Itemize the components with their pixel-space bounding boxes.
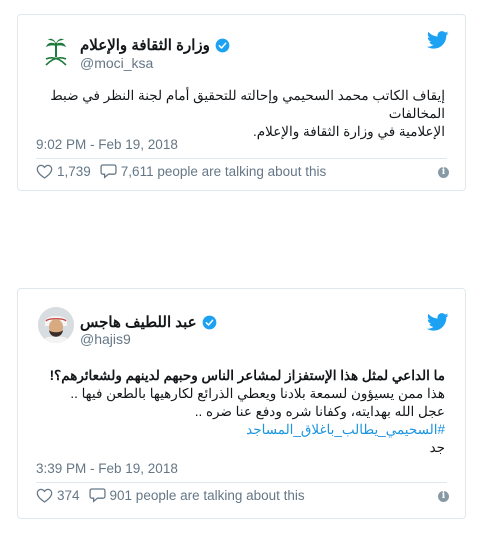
tweet-timestamp[interactable]: 3:39 PM - Feb 19, 2018 — [36, 461, 178, 476]
avatar[interactable] — [38, 307, 74, 343]
speech-bubble-icon — [100, 164, 117, 179]
reply-button[interactable]: 7,611 people are talking about this — [100, 163, 326, 179]
avatar[interactable] — [38, 35, 74, 71]
verified-badge-icon — [202, 315, 216, 329]
like-button[interactable]: 374 — [36, 488, 80, 503]
tweet-actions: 374 901 people are talking about this — [36, 487, 314, 503]
speech-bubble-icon — [88, 488, 106, 503]
tweet-card[interactable]: وزارة الثقافة والإعلام @moci_ksa إيقاف ا… — [17, 14, 466, 191]
talking-count: 7,611 people are talking about this — [120, 163, 327, 179]
divider — [36, 158, 447, 159]
info-icon[interactable]: i — [438, 167, 449, 178]
tweet-actions: 1,739 7,611 people are talking about thi… — [36, 163, 335, 179]
twitter-bird-icon[interactable] — [427, 31, 449, 49]
tweet-card[interactable]: عبد اللطيف هاجس @hajis9 ما الداعي لمثل ه… — [17, 288, 466, 519]
like-button[interactable]: 1,739 — [36, 164, 91, 179]
author-line: عبد اللطيف هاجس — [80, 313, 217, 331]
hashtag-link[interactable]: #السحيمي_يطالب_باغلاق_المساجد — [246, 422, 445, 437]
author-line: وزارة الثقافة والإعلام — [80, 36, 230, 54]
info-icon[interactable]: i — [438, 491, 449, 502]
author-name[interactable]: عبد اللطيف هاجس — [80, 313, 197, 331]
author-handle[interactable]: @hajis9 — [80, 331, 131, 347]
tweet-text: إيقاف الكاتب محمد السحيمي وإحالته للتحقي… — [50, 88, 445, 139]
like-count: 374 — [57, 487, 80, 503]
verified-badge-icon — [215, 38, 230, 52]
author-name[interactable]: وزارة الثقافة والإعلام — [80, 36, 210, 54]
heart-icon — [36, 488, 53, 503]
reply-button[interactable]: 901 people are talking about this — [88, 487, 305, 503]
palm-swords-emblem-icon — [45, 38, 67, 66]
twitter-bird-icon[interactable] — [427, 313, 449, 331]
divider — [36, 482, 447, 483]
like-count: 1,739 — [57, 163, 91, 179]
heart-icon — [36, 164, 53, 179]
user-photo-avatar — [38, 307, 74, 343]
author-handle[interactable]: @moci_ksa — [80, 55, 153, 71]
talking-count: 901 people are talking about this — [109, 487, 305, 503]
tweet-text: ما الداعي لمثل هذا الإستفزاز لمشاعر النا… — [49, 368, 445, 455]
tweet-timestamp[interactable]: 9:02 PM - Feb 19, 2018 — [36, 137, 178, 152]
